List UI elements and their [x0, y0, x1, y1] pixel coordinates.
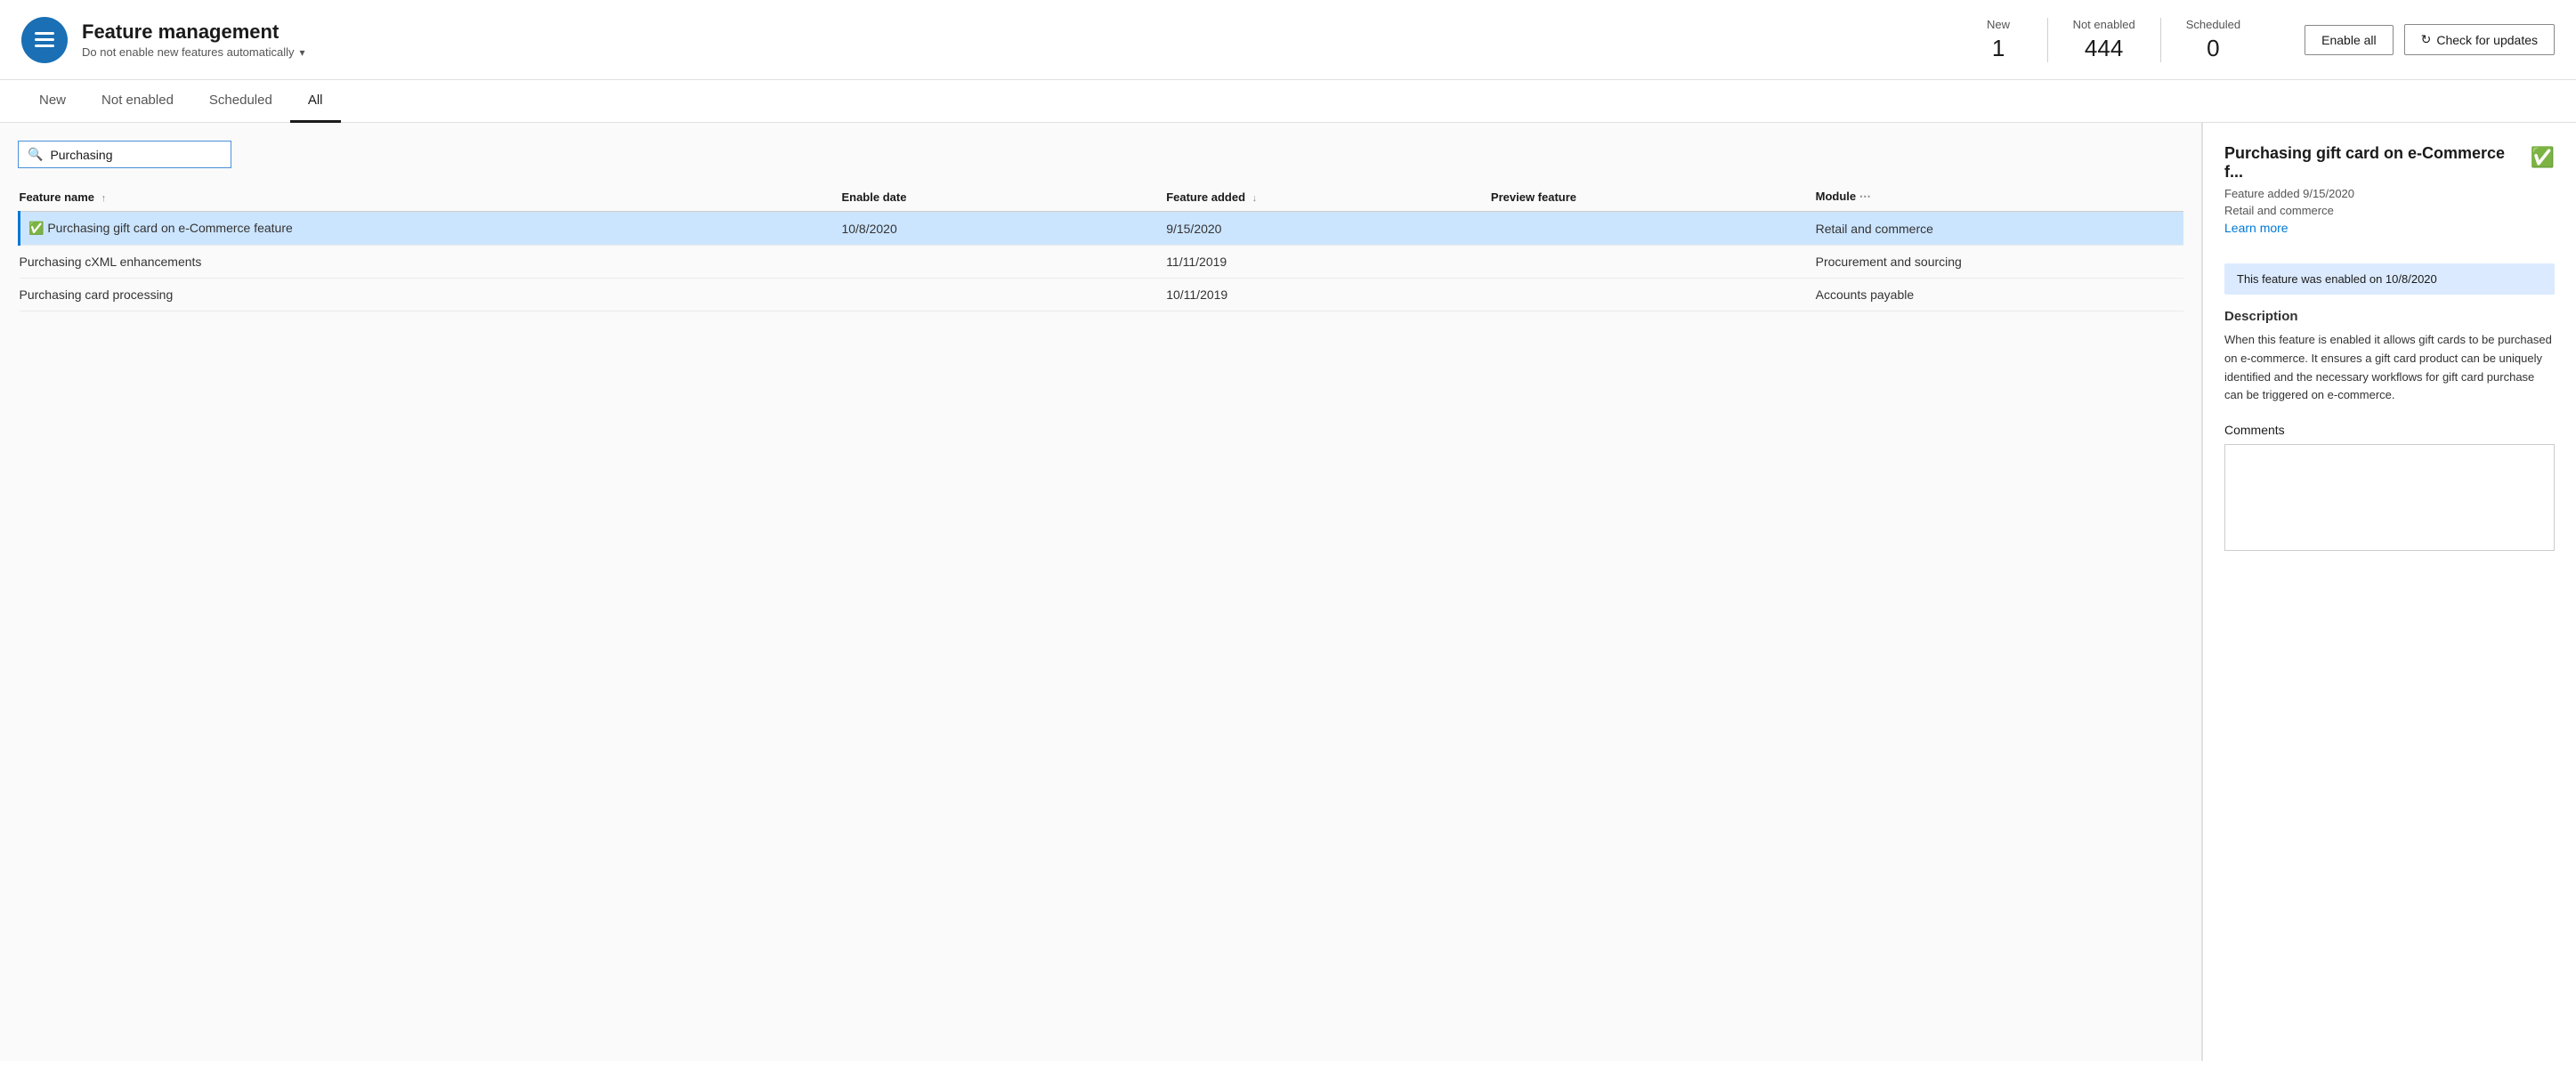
stats-area: New 1 Not enabled 444 Scheduled 0 — [1950, 18, 2266, 62]
title-block: Feature management Do not enable new fea… — [82, 20, 1950, 59]
stat-new: New 1 — [1950, 18, 2048, 62]
comments-textarea[interactable] — [2224, 444, 2555, 551]
cell-feature-added: 11/11/2019 — [1166, 246, 1491, 279]
col-header-preview[interactable]: Preview feature — [1491, 182, 1816, 212]
check-updates-label: Check for updates — [2436, 33, 2538, 47]
col-header-feature-name[interactable]: Feature name ↑ — [20, 182, 842, 212]
description-label: Description — [2224, 309, 2555, 324]
col-enable-date-label: Enable date — [841, 190, 906, 204]
cell-module: Retail and commerce — [1816, 212, 2183, 246]
cell-feature-name: ✅ Purchasing gift card on e-Commerce fea… — [20, 212, 842, 246]
sort-asc-icon: ↑ — [101, 193, 107, 204]
tab-not-enabled[interactable]: Not enabled — [84, 80, 191, 123]
cell-module: Accounts payable — [1816, 279, 2183, 311]
nav-tabs: New Not enabled Scheduled All — [0, 80, 2576, 123]
page-title: Feature management — [82, 20, 1950, 44]
col-header-module[interactable]: Module ⋯ — [1816, 182, 2183, 212]
refresh-icon: ↻ — [2421, 32, 2432, 47]
enabled-check-icon: ✅ — [2531, 146, 2555, 169]
stat-not-enabled: Not enabled 444 — [2048, 18, 2161, 62]
cell-feature-name: Purchasing cXML enhancements — [20, 246, 842, 279]
cell-feature-added: 9/15/2020 — [1166, 212, 1491, 246]
stat-new-value: 1 — [1975, 35, 2022, 62]
detail-meta-module: Retail and commerce — [2224, 204, 2555, 217]
description-section: Description When this feature is enabled… — [2224, 309, 2555, 405]
col-module-label: Module — [1816, 190, 1857, 203]
search-icon: 🔍 — [28, 147, 43, 162]
cell-enable-date: 10/8/2020 — [841, 212, 1166, 246]
col-header-feature-added[interactable]: Feature added ↓ — [1166, 182, 1491, 212]
tab-scheduled[interactable]: Scheduled — [191, 80, 290, 123]
col-feature-name-label: Feature name — [20, 190, 95, 204]
col-header-enable-date[interactable]: Enable date — [841, 182, 1166, 212]
cell-enable-date — [841, 279, 1166, 311]
chevron-down-icon: ▾ — [299, 46, 304, 59]
comments-label: Comments — [2224, 423, 2555, 437]
feature-table: Feature name ↑ Enable date Feature added… — [18, 182, 2183, 311]
stat-not-enabled-value: 444 — [2073, 35, 2135, 62]
detail-meta-added: Feature added 9/15/2020 — [2224, 187, 2555, 200]
col-feature-added-label: Feature added — [1166, 190, 1245, 204]
sort-desc-icon: ↓ — [1252, 193, 1258, 204]
stat-scheduled: Scheduled 0 — [2161, 18, 2265, 62]
cell-module: Procurement and sourcing — [1816, 246, 2183, 279]
left-panel: 🔍 Feature name ↑ Enable date Feature add… — [0, 123, 2202, 1061]
tab-new[interactable]: New — [21, 80, 84, 123]
cell-preview-feature — [1491, 212, 1816, 246]
stat-not-enabled-label: Not enabled — [2073, 18, 2135, 31]
enabled-icon: ✅ — [28, 221, 47, 235]
search-input[interactable] — [50, 148, 222, 162]
tab-all[interactable]: All — [290, 80, 341, 123]
description-text: When this feature is enabled it allows g… — [2224, 331, 2555, 405]
cell-preview-feature — [1491, 279, 1816, 311]
app-icon — [21, 17, 68, 63]
stat-scheduled-value: 0 — [2186, 35, 2240, 62]
detail-title-row: Purchasing gift card on e-Commerce f... … — [2224, 144, 2555, 182]
comments-section: Comments — [2224, 423, 2555, 554]
cell-feature-added: 10/11/2019 — [1166, 279, 1491, 311]
header-buttons: Enable all ↻ Check for updates — [2305, 24, 2555, 55]
table-row[interactable]: ✅ Purchasing gift card on e-Commerce fea… — [20, 212, 2184, 246]
search-bar: 🔍 — [18, 141, 231, 168]
stat-scheduled-label: Scheduled — [2186, 18, 2240, 31]
cell-preview-feature — [1491, 246, 1816, 279]
cell-enable-date — [841, 246, 1166, 279]
stat-new-label: New — [1975, 18, 2022, 31]
right-panel: Purchasing gift card on e-Commerce f... … — [2202, 123, 2576, 1061]
header: Feature management Do not enable new fea… — [0, 0, 2576, 80]
detail-title: Purchasing gift card on e-Commerce f... — [2224, 144, 2523, 182]
more-options-icon[interactable]: ⋯ — [1859, 190, 1871, 203]
learn-more-link[interactable]: Learn more — [2224, 221, 2288, 235]
table-row[interactable]: Purchasing cXML enhancements 11/11/2019 Pr… — [20, 246, 2184, 279]
subtitle[interactable]: Do not enable new features automatically… — [82, 45, 1950, 59]
enable-all-button[interactable]: Enable all — [2305, 25, 2394, 55]
table-row[interactable]: Purchasing card processing 10/11/2019 Acco… — [20, 279, 2184, 311]
cell-feature-name: Purchasing card processing — [20, 279, 842, 311]
col-preview-label: Preview feature — [1491, 190, 1576, 204]
main-content: 🔍 Feature name ↑ Enable date Feature add… — [0, 123, 2576, 1061]
enabled-banner: This feature was enabled on 10/8/2020 — [2224, 263, 2555, 295]
subtitle-text: Do not enable new features automatically — [82, 45, 294, 59]
check-updates-button[interactable]: ↻ Check for updates — [2404, 24, 2555, 55]
